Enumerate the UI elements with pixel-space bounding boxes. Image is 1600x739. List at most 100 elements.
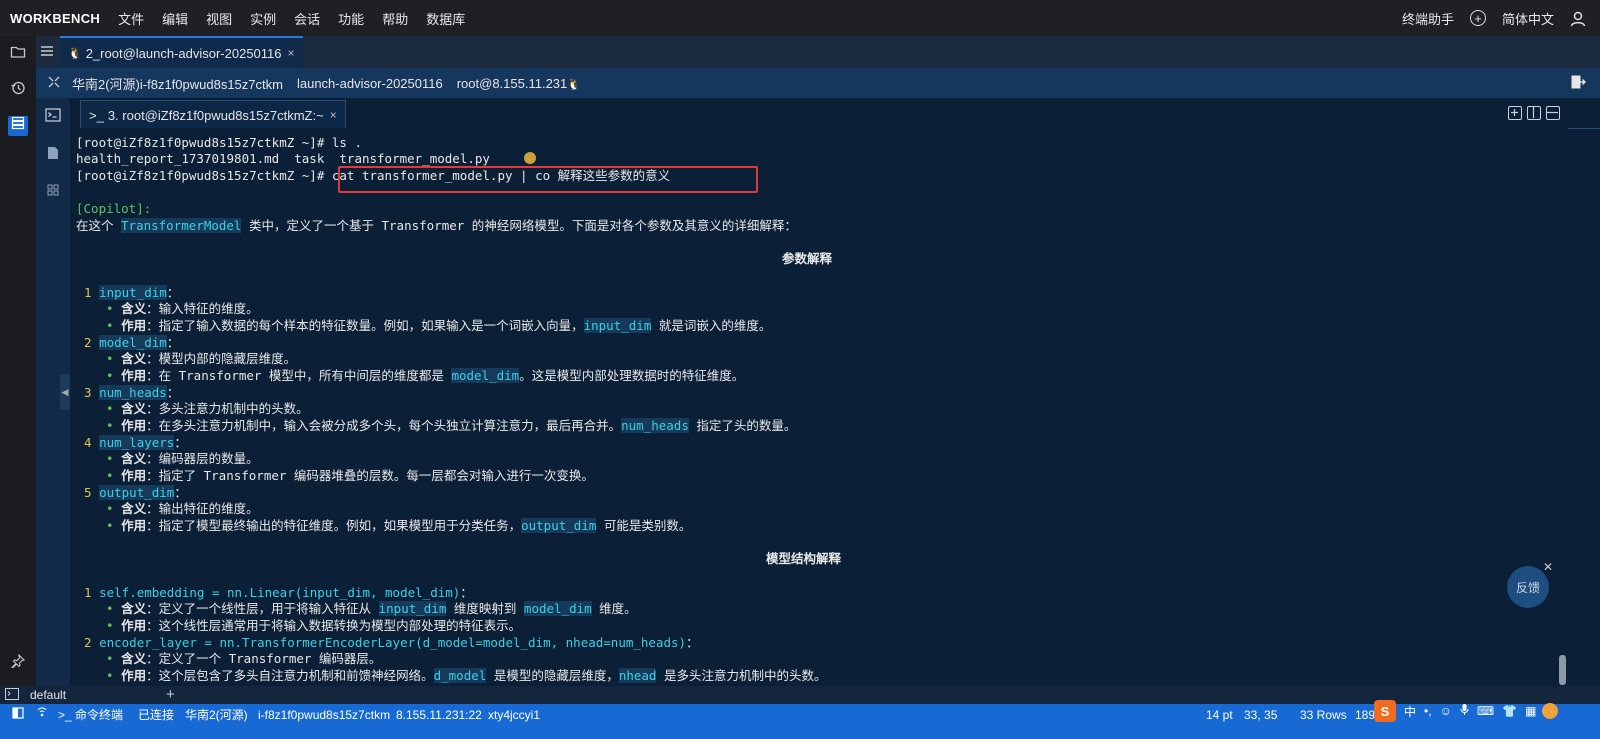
- font-size-status[interactable]: 14 pt: [1206, 704, 1233, 726]
- layout-icon[interactable]: [12, 704, 24, 726]
- terminal-status[interactable]: >_ 命令终端: [58, 704, 123, 726]
- collapse-icon[interactable]: [48, 76, 60, 91]
- toolbox-icon[interactable]: ▦: [1525, 704, 1536, 718]
- broadcast-icon[interactable]: [36, 704, 48, 726]
- meaning-text: 多头注意力机制中的头数。: [158, 401, 309, 416]
- param-role: • 作用：在多头注意力机制中，输入会被分成多个头，每个头独立计算注意力，最后再合…: [106, 418, 796, 434]
- role-code: num_heads: [621, 418, 689, 433]
- role-code: nhead: [618, 668, 657, 683]
- session-tab-bar: 🐧 2_root@launch-advisor-20250116 ×: [36, 36, 1600, 68]
- role-code: model_dim: [451, 368, 520, 383]
- terminal-tab[interactable]: >_ 3. root@iZf8z1f0pwud8s15z7ctkmZ:~ ×: [80, 100, 346, 129]
- ime-chinese-mode[interactable]: 中: [1404, 703, 1416, 720]
- close-terminal-tab-icon[interactable]: ×: [330, 108, 337, 122]
- session-region: 华南2(河源)i-f8z1f0pwud8s15z7ctkm: [72, 76, 283, 92]
- role-text: 在 Transformer 模型中，所有中间层的维度都是: [158, 368, 452, 383]
- bullet: •: [106, 351, 114, 366]
- role-label: 作用: [121, 368, 147, 383]
- grid-icon[interactable]: [45, 184, 61, 200]
- bullet: •: [106, 618, 114, 633]
- menu-view[interactable]: 视图: [206, 9, 232, 28]
- microphone-icon[interactable]: [1460, 703, 1469, 719]
- session-tab[interactable]: 🐧 2_root@launch-advisor-20250116 ×: [60, 36, 303, 68]
- param-meaning: • 含义：模型内部的隐藏层维度。: [106, 351, 296, 367]
- collapse-panel-handle[interactable]: ◀: [60, 374, 70, 410]
- menu-instance[interactable]: 实例: [250, 9, 276, 28]
- colon: ：: [686, 635, 699, 650]
- colon: ：: [460, 585, 473, 600]
- add-session-icon[interactable]: +: [166, 686, 175, 703]
- param-name: num_layers: [99, 435, 175, 450]
- skin-icon[interactable]: 👕: [1502, 704, 1517, 718]
- menu-features[interactable]: 功能: [338, 9, 364, 28]
- user-avatar-icon[interactable]: [1570, 11, 1586, 27]
- param-role: • 作用：指定了模型最终输出的特征维度。例如，如果模型用于分类任务，output…: [106, 518, 691, 534]
- param-meaning: • 含义：编码器层的数量。: [106, 451, 259, 467]
- menu-file[interactable]: 文件: [118, 9, 144, 28]
- terminal-assistant-link[interactable]: 终端助手: [1402, 9, 1454, 28]
- lightbulb-icon[interactable]: [524, 152, 536, 164]
- terminal-line: health_report_1737019801.md task transfo…: [76, 151, 490, 167]
- logout-icon[interactable]: [1570, 74, 1586, 93]
- colon: ：: [146, 601, 159, 616]
- server-list-icon[interactable]: [8, 116, 28, 136]
- history-icon[interactable]: [8, 80, 28, 100]
- terminal-output[interactable]: [root@iZf8z1f0pwud8s15z7ctkmZ ~]# ls . h…: [70, 128, 1558, 686]
- terminal-scrollbar[interactable]: [1558, 128, 1568, 686]
- language-selector[interactable]: 简体中文: [1502, 9, 1554, 28]
- tab-list-icon[interactable]: [40, 44, 54, 61]
- bullet: •: [106, 651, 114, 666]
- meaning-label: 含义: [121, 401, 147, 416]
- folder-icon[interactable]: [8, 44, 28, 64]
- role-text: 就是词嵌入的维度。: [651, 318, 772, 333]
- close-tab-icon[interactable]: ×: [288, 46, 295, 60]
- colon: ：: [146, 518, 159, 533]
- avatar[interactable]: [1542, 703, 1559, 719]
- file-icon[interactable]: [45, 146, 61, 162]
- param-name: output_dim: [99, 485, 175, 500]
- add-circle-icon[interactable]: +: [1469, 10, 1486, 26]
- menu-bar: WORKBENCH 文件 编辑 视图 实例 会话 功能 帮助 数据库 终端助手 …: [0, 0, 1600, 36]
- scrollbar-thumb[interactable]: [1559, 655, 1566, 685]
- meaning-code: input_dim: [378, 601, 447, 616]
- colon: ：: [146, 401, 159, 416]
- meaning-label: 含义: [121, 451, 147, 466]
- menu-database[interactable]: 数据库: [426, 9, 465, 28]
- bullet: •: [106, 468, 114, 483]
- ime-emoji-icon[interactable]: ☺: [1440, 704, 1452, 718]
- role-label: 作用: [121, 468, 147, 483]
- meaning-text: 编码器层的数量。: [158, 451, 259, 466]
- colon: ：: [146, 418, 159, 433]
- split-vertical-icon[interactable]: [1527, 106, 1541, 120]
- ime-punct-icon[interactable]: •,: [1424, 704, 1432, 718]
- meaning-text: 模型内部的隐藏层维度。: [158, 351, 297, 366]
- param-item: 3 num_heads：: [84, 385, 179, 401]
- bullet: •: [106, 301, 114, 316]
- bullet: •: [106, 501, 114, 516]
- rows-status: 33 Rows: [1300, 708, 1347, 722]
- meaning-label: 含义: [121, 601, 147, 616]
- session-tab-label: 2_root@launch-advisor-20250116: [85, 45, 282, 61]
- new-pane-icon[interactable]: [1508, 106, 1522, 120]
- bullet: •: [106, 418, 114, 433]
- keyboard-icon[interactable]: ⌨: [1477, 704, 1494, 718]
- session-info-bar: 华南2(河源)i-f8z1f0pwud8s15z7ctkm launch-adv…: [36, 68, 1600, 98]
- pin-icon[interactable]: [8, 653, 28, 674]
- colon: ：: [146, 451, 159, 466]
- terminal-small-icon: [5, 688, 19, 703]
- session-name: launch-advisor-20250116: [296, 75, 443, 91]
- close-feedback-icon[interactable]: ✕: [1543, 560, 1553, 574]
- struct-number: 2: [84, 635, 92, 650]
- role-text: 这个层包含了多头自注意力机制和前馈神经网络。: [158, 668, 434, 683]
- terminal-icon[interactable]: [45, 108, 61, 124]
- menu-session[interactable]: 会话: [294, 9, 320, 28]
- role-text: 指定了模型最终输出的特征维度。例如，如果模型用于分类任务，: [158, 518, 522, 533]
- split-horizontal-icon[interactable]: [1546, 106, 1560, 120]
- ime-tray: S 中 •, ☺ ⌨ 👕 ▦: [1374, 700, 1559, 722]
- sogou-ime-icon[interactable]: S: [1374, 700, 1396, 722]
- session-profile-name[interactable]: default: [30, 688, 66, 702]
- bullet: •: [106, 518, 114, 533]
- menu-help[interactable]: 帮助: [382, 9, 408, 28]
- role-text: 可能是类别数。: [596, 518, 692, 533]
- menu-edit[interactable]: 编辑: [162, 9, 188, 28]
